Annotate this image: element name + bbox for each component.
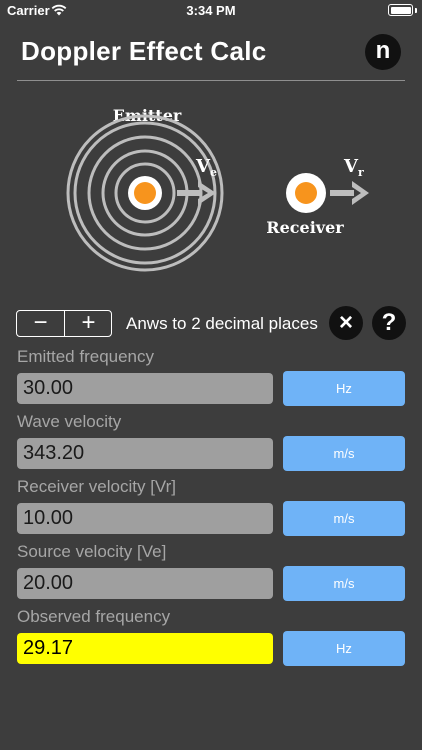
observed-frequency-label: Observed frequency [17,607,171,626]
receiver-velocity-label: Vr [343,156,364,179]
decimal-stepper[interactable]: − + [16,310,112,337]
increase-decimals-button[interactable]: + [65,311,112,336]
wave-velocity-unit-button[interactable]: m/s [283,436,405,471]
decimal-places-label: Anws to 2 decimal places [126,314,318,333]
help-button[interactable]: ? [372,306,406,340]
receiver-velocity-label: Receiver velocity [Vr] [17,477,177,496]
clear-button[interactable]: × [329,306,363,340]
app-logo-button[interactable]: n [365,34,401,70]
receiver-velocity-arrow [330,181,369,205]
emitted-frequency-label: Emitted frequency [17,347,155,366]
emitted-frequency-unit-button[interactable]: Hz [283,371,405,406]
logo-letter: n [375,37,391,64]
wave-velocity-input[interactable]: 343.20 [17,438,273,469]
receiver-velocity-input[interactable]: 10.00 [17,503,273,534]
question-icon: ? [381,309,397,336]
wave-velocity-label: Wave velocity [17,412,122,431]
clock: 3:34 PM [186,3,236,18]
doppler-screen: Carrier 3:34 PM Doppler Effect Calc n Em… [0,0,422,750]
source-velocity-label: Source velocity [Ve] [17,542,167,561]
receiver-core [295,182,317,204]
app-title: Doppler Effect Calc [21,36,267,66]
doppler-diagram: Emitter Ve Vr Receiver [66,106,369,272]
header-divider [17,80,405,81]
battery-icon [388,4,413,16]
observed-frequency-result: 29.17 [17,633,273,664]
close-icon: × [338,309,353,336]
emitted-frequency-input[interactable]: 30.00 [17,373,273,404]
emitter-core [134,182,156,204]
observed-frequency-unit-button[interactable]: Hz [283,631,405,666]
battery-tip [415,8,417,13]
decrease-decimals-button[interactable]: − [17,311,64,336]
source-velocity-unit-button[interactable]: m/s [283,566,405,601]
source-velocity-input[interactable]: 20.00 [17,568,273,599]
receiver-label: Receiver [266,218,344,237]
emitter-velocity-arrow [177,181,216,205]
status-bar: Carrier 3:34 PM [0,0,422,22]
receiver-velocity-unit-button[interactable]: m/s [283,501,405,536]
